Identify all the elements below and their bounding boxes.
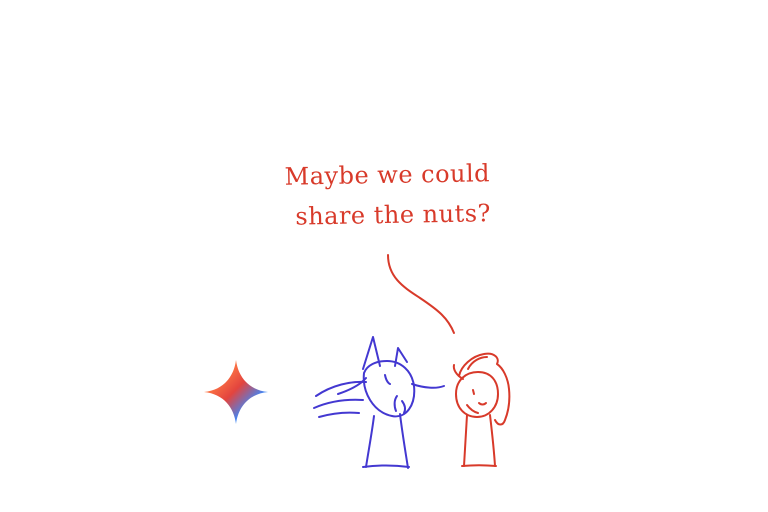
- speech-line-2: share the nuts?: [295, 199, 492, 231]
- blue-character: [313, 336, 445, 469]
- red-character: [452, 352, 511, 467]
- comic-panel: Maybe we could share the nuts?: [0, 0, 768, 512]
- gradient-star-icon: [204, 360, 268, 424]
- comic-drawing: [313, 254, 511, 469]
- speech-tail: [387, 254, 455, 334]
- speech-text: Maybe we could share the nuts?: [284, 153, 492, 236]
- speech-line-1: Maybe we could: [284, 159, 491, 191]
